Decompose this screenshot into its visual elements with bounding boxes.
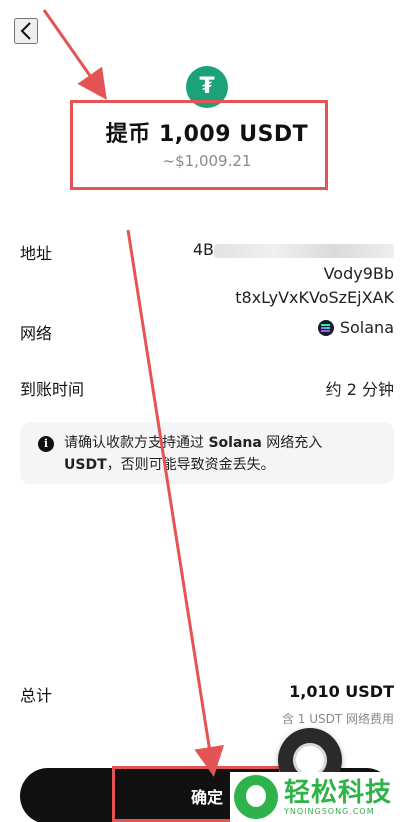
address-label: 地址 <box>20 244 53 263</box>
arrival-time-value: 约 2 分钟 <box>325 380 394 399</box>
arrow-to-title <box>42 9 107 100</box>
arrival-time-label: 到账时间 <box>20 380 85 399</box>
info-icon: i <box>38 436 54 452</box>
network-label: 网络 <box>20 324 53 343</box>
back-button[interactable] <box>14 18 38 44</box>
total-value: 1,010 USDT <box>289 682 394 701</box>
watermark-logo-icon <box>234 775 278 819</box>
warning-notice: i 请确认收款方支持通过 Solana 网络充入 USDT，否则可能导致资金丢失… <box>20 422 394 484</box>
solana-icon <box>317 319 334 336</box>
total-label: 总计 <box>20 686 53 705</box>
arrow-to-confirm <box>126 229 225 777</box>
annotation-box-title <box>70 100 328 190</box>
network-fee: 含 1 USDT 网络费用 <box>281 712 394 726</box>
watermark: 轻松科技 YNQINGSONG.COM <box>230 772 414 822</box>
redacted-address <box>214 243 394 258</box>
network-value: Solana <box>317 318 394 337</box>
chevron-left-icon <box>20 22 31 40</box>
address-value: 4BVody9Bb t8xLyVxKVoSzEjXAK <box>192 240 394 307</box>
